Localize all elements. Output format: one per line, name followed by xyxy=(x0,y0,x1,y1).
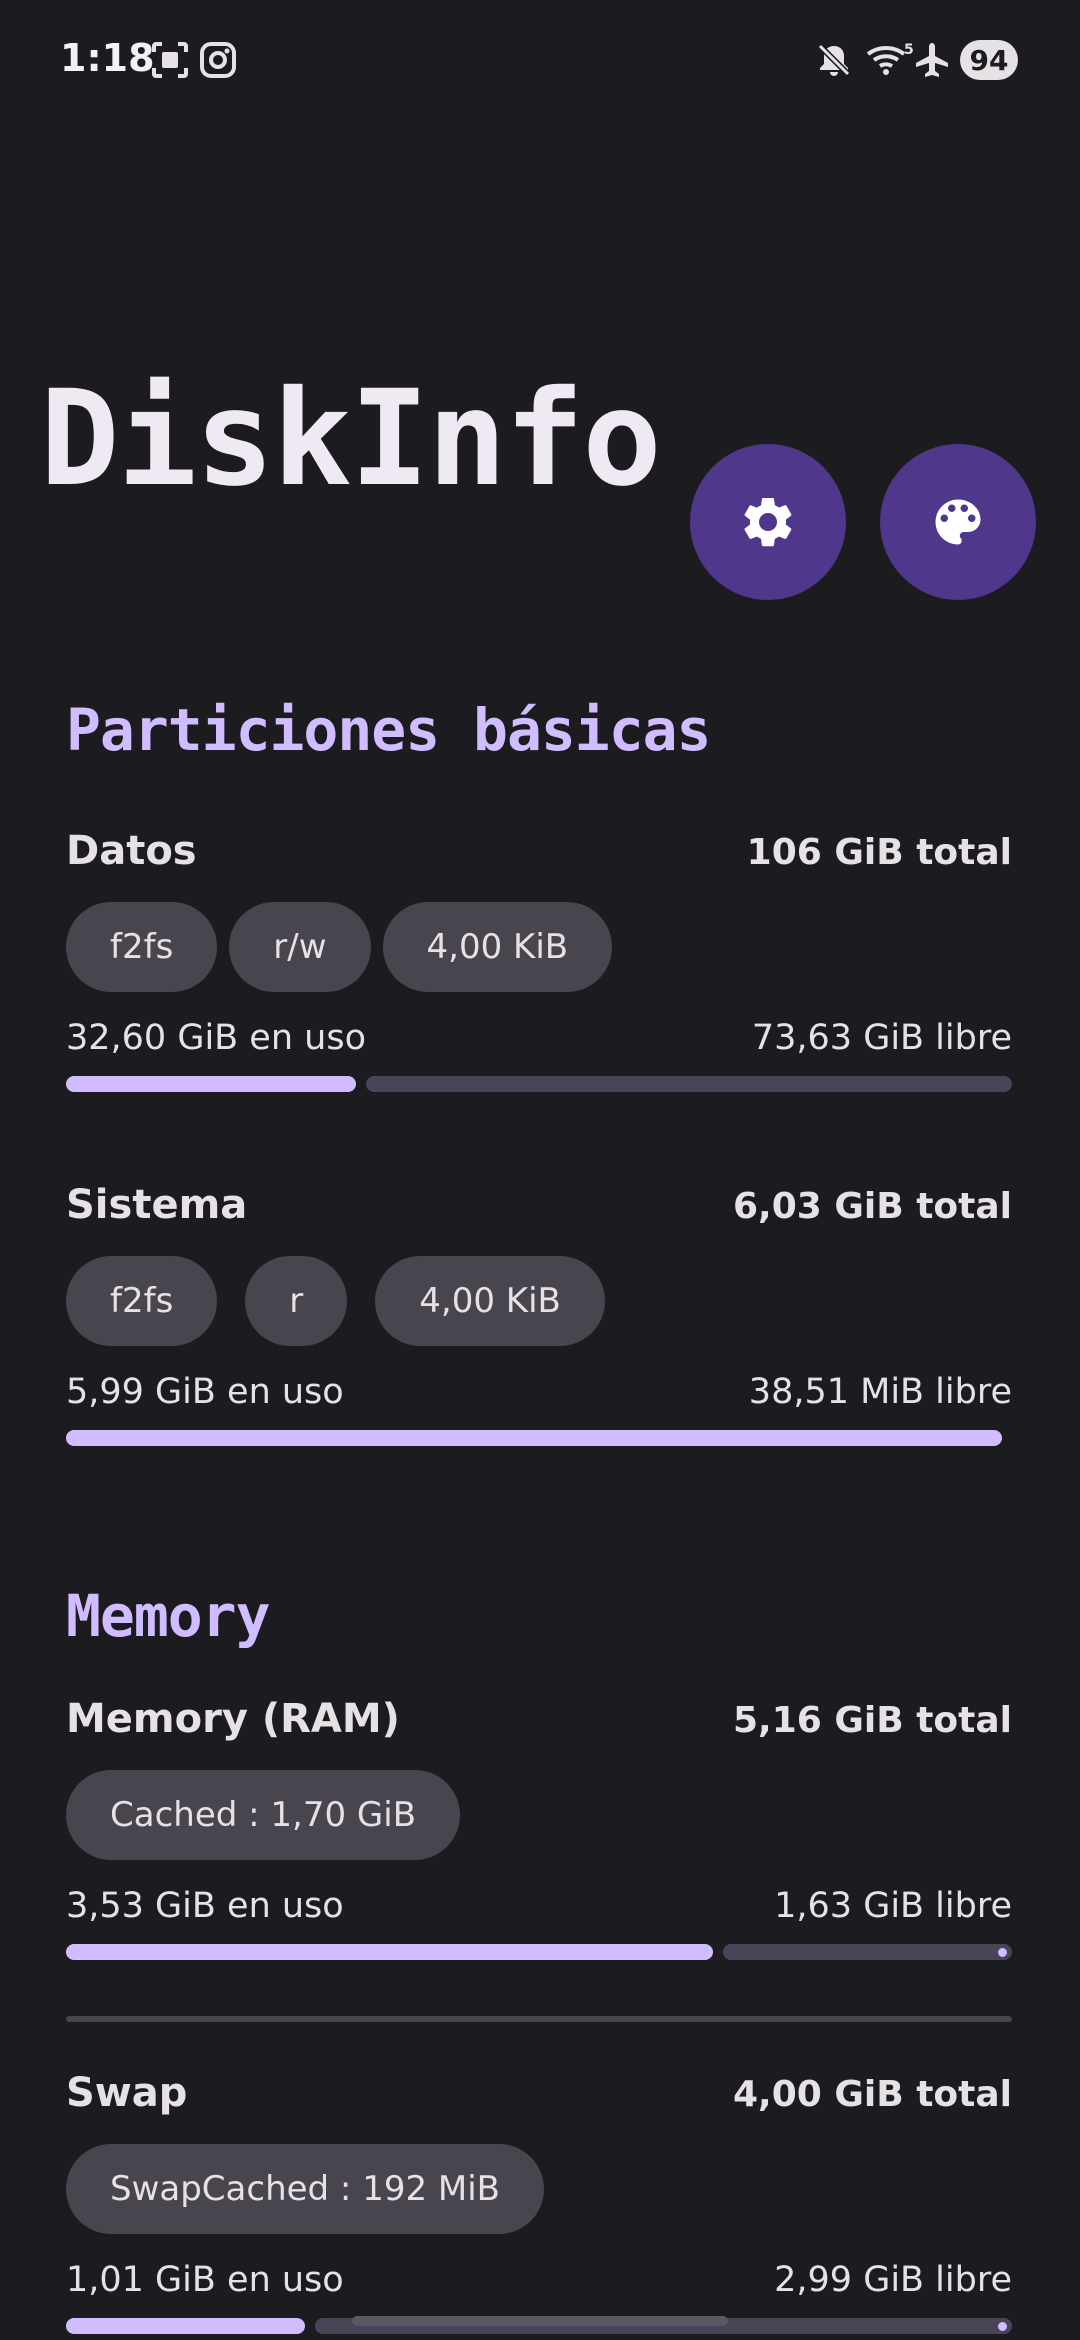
section-title-partitions: Particiones básicas xyxy=(66,696,711,764)
swapcached-chip[interactable]: SwapCached : 192 MiB xyxy=(66,2144,545,2234)
wifi-icon: 5 xyxy=(866,42,914,75)
memory-name: Memory (RAM) xyxy=(66,1696,400,1742)
used-label: 32,60 GiB en uso xyxy=(66,1018,366,1058)
theme-button[interactable] xyxy=(880,444,1036,600)
memory-card-swap[interactable]: Swap 4,00 GiB total SwapCached : 192 MiB… xyxy=(66,2070,1012,2334)
partition-card-datos[interactable]: Datos 106 GiB total f2fs r/w 4,00 KiB 32… xyxy=(66,828,1012,1092)
cached-chip[interactable]: Cached : 1,70 GiB xyxy=(66,1770,461,1860)
partition-total: 6,03 GiB total xyxy=(733,1186,1012,1227)
app-title: DiskInfo xyxy=(40,362,662,516)
usage-bar-free xyxy=(723,1944,1012,1960)
partition-name: Datos xyxy=(66,828,197,874)
filesystem-chip[interactable]: f2fs xyxy=(66,1256,218,1346)
status-bar: 1:18 5 94 xyxy=(0,0,1080,120)
usage-bar-used xyxy=(66,1944,713,1960)
settings-button[interactable] xyxy=(690,444,846,600)
mute-icon xyxy=(817,43,851,77)
instagram-icon xyxy=(200,42,236,78)
free-label: 1,63 GiB libre xyxy=(774,1886,1012,1926)
usage-bar xyxy=(66,1076,1012,1092)
used-label: 3,53 GiB en uso xyxy=(66,1886,344,1926)
usage-bar-free xyxy=(366,1076,1012,1092)
partition-total: 106 GiB total xyxy=(746,832,1012,873)
usage-bar-used xyxy=(66,1430,1002,1446)
settings-icon xyxy=(744,497,792,547)
memory-total: 5,16 GiB total xyxy=(733,1700,1012,1741)
filesystem-chip[interactable]: f2fs xyxy=(66,902,218,992)
battery-indicator: 94 xyxy=(960,40,1018,80)
memory-card-ram[interactable]: Memory (RAM) 5,16 GiB total Cached : 1,7… xyxy=(66,1696,1012,1960)
palette-icon xyxy=(935,499,981,545)
partition-name: Sistema xyxy=(66,1182,248,1228)
free-label: 73,63 GiB libre xyxy=(751,1018,1012,1058)
mode-chip[interactable]: r/w xyxy=(229,902,371,992)
home-indicator[interactable] xyxy=(352,2316,728,2326)
airplane-icon xyxy=(916,43,948,77)
blocksize-chip[interactable]: 4,00 KiB xyxy=(382,902,613,992)
usage-bar xyxy=(66,1430,1012,1446)
memory-name: Swap xyxy=(66,2070,188,2116)
usage-bar xyxy=(66,1944,1012,1960)
usage-bar-end-dot xyxy=(998,1948,1007,1957)
usage-bar-end-dot xyxy=(998,2322,1007,2331)
usage-bar-used xyxy=(66,1076,356,1092)
mode-chip[interactable]: r xyxy=(245,1256,348,1346)
used-label: 1,01 GiB en uso xyxy=(66,2260,344,2300)
section-divider xyxy=(66,2016,1012,2022)
used-label: 5,99 GiB en uso xyxy=(66,1372,344,1412)
memory-total: 4,00 GiB total xyxy=(733,2074,1012,2115)
blocksize-chip[interactable]: 4,00 KiB xyxy=(375,1256,605,1346)
free-label: 2,99 GiB libre xyxy=(774,2260,1012,2300)
status-time: 1:18 xyxy=(60,36,155,80)
screenshot-icon xyxy=(152,42,188,78)
section-title-memory: Memory xyxy=(66,1582,271,1650)
usage-bar-used xyxy=(66,2318,305,2334)
partition-card-sistema[interactable]: Sistema 6,03 GiB total f2fs r 4,00 KiB 5… xyxy=(66,1182,1012,1446)
free-label: 38,51 MiB libre xyxy=(748,1372,1012,1412)
